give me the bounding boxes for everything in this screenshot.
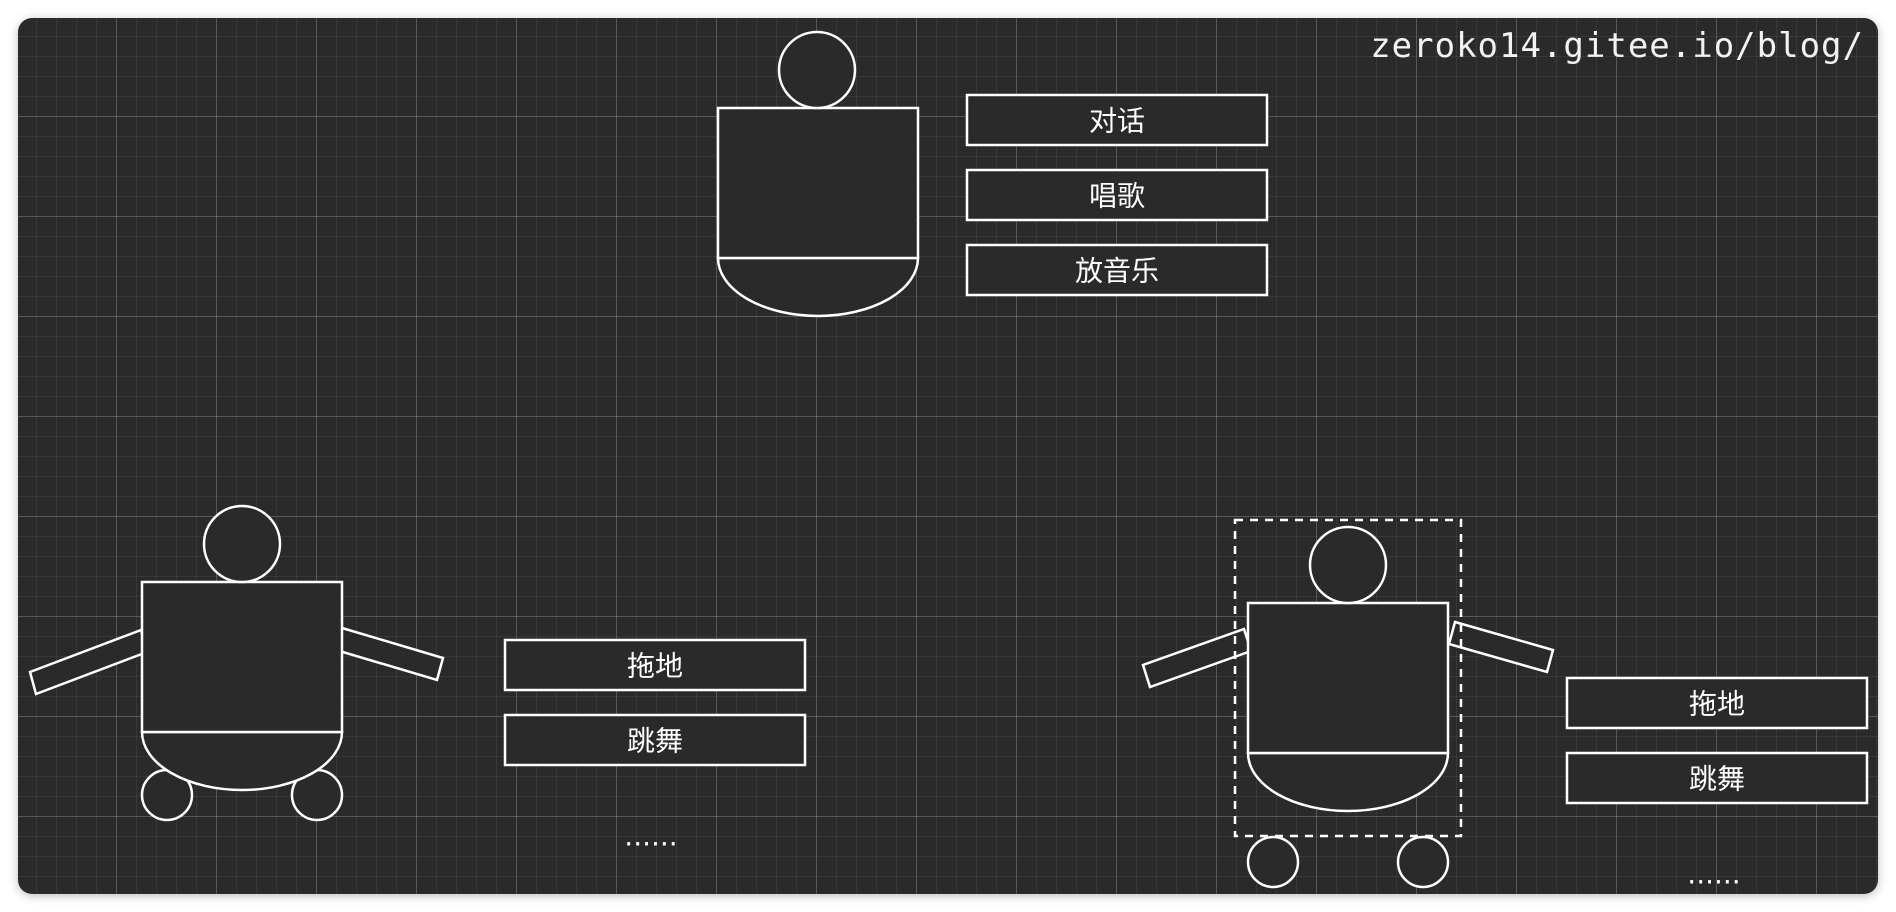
robot-left-head [202, 504, 282, 584]
robot-top-head [777, 30, 857, 110]
robot-left-arm-right [334, 626, 445, 682]
robot-left [28, 504, 445, 822]
action-label-right-0: 拖地 [1689, 688, 1745, 721]
action-label-top-2: 放音乐 [1075, 255, 1159, 288]
action-label-top-0: 对话 [1089, 105, 1145, 138]
robot-right [1141, 518, 1555, 889]
action-label-top-1: 唱歌 [1089, 180, 1145, 213]
robot-top [716, 30, 920, 318]
robot-top-body [716, 106, 920, 260]
robot-left-body [140, 580, 344, 734]
robot-right-head [1308, 525, 1388, 605]
robot-top-actions: 对话 唱歌 放音乐 [965, 93, 1269, 297]
action-label-left-0: 拖地 [627, 650, 683, 683]
robot-right-arm-right [1447, 620, 1555, 674]
robot-right-wheel-left [1246, 835, 1300, 889]
robot-top-base [716, 256, 920, 318]
robot-right-body [1246, 601, 1450, 755]
action-label-right-1: 跳舞 [1689, 763, 1745, 796]
robot-right-base [1246, 751, 1450, 813]
robot-diagram: 对话 唱歌 放音乐 拖地 跳舞 ...... 拖地 跳舞 ...... [28, 30, 1869, 891]
robot-right-actions: 拖地 跳舞 ...... [1565, 676, 1869, 891]
robot-left-arm-left [28, 628, 149, 696]
more-ellipsis-right: ...... [1687, 858, 1740, 891]
robot-right-wheel-right [1396, 835, 1450, 889]
more-ellipsis-left: ...... [624, 820, 677, 853]
robot-left-actions: 拖地 跳舞 ...... [503, 638, 807, 853]
action-label-left-1: 跳舞 [627, 725, 683, 758]
